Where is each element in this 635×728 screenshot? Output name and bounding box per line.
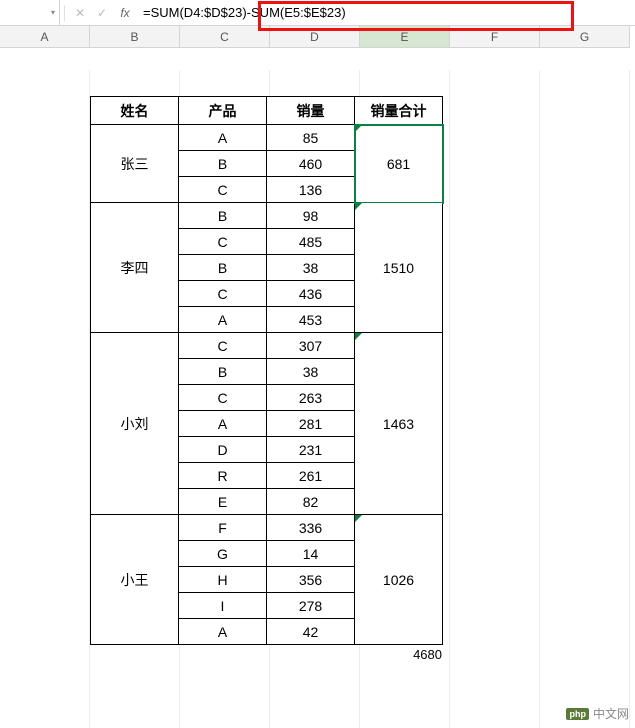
column-header-c[interactable]: C bbox=[180, 26, 270, 48]
column-header-a[interactable]: A bbox=[0, 26, 90, 48]
column-header-b[interactable]: B bbox=[90, 26, 180, 48]
cell-product[interactable]: E bbox=[179, 489, 267, 515]
cell-sales[interactable]: 14 bbox=[267, 541, 355, 567]
cell-product[interactable]: C bbox=[179, 333, 267, 359]
cell-sales[interactable]: 231 bbox=[267, 437, 355, 463]
cell-sales[interactable]: 281 bbox=[267, 411, 355, 437]
header-total[interactable]: 销量合计 bbox=[355, 97, 443, 125]
cell-sales[interactable]: 98 bbox=[267, 203, 355, 229]
cell-name[interactable]: 李四 bbox=[91, 203, 179, 333]
cell-name[interactable]: 张三 bbox=[91, 125, 179, 203]
cell-product[interactable]: B bbox=[179, 203, 267, 229]
cell-product[interactable]: A bbox=[179, 307, 267, 333]
watermark-text: 中文网 bbox=[593, 705, 629, 722]
cell-product[interactable]: C bbox=[179, 385, 267, 411]
cancel-icon[interactable]: ✕ bbox=[69, 6, 91, 20]
formula-input[interactable] bbox=[137, 0, 635, 25]
table-row: 小刘 C 307 1463 bbox=[91, 333, 443, 359]
cell-product[interactable]: B bbox=[179, 151, 267, 177]
cell-total[interactable]: 1026 bbox=[355, 515, 443, 645]
confirm-icon[interactable]: ✓ bbox=[91, 6, 113, 20]
spreadsheet-grid[interactable]: 姓名 产品 销量 销量合计 张三 A 85 681 B 460 C 136 bbox=[0, 48, 635, 728]
cell-sales[interactable]: 453 bbox=[267, 307, 355, 333]
cell-product[interactable]: C bbox=[179, 229, 267, 255]
name-box[interactable]: ▾ bbox=[0, 0, 60, 25]
cell-total[interactable]: 1463 bbox=[355, 333, 443, 515]
header-sales[interactable]: 销量 bbox=[267, 97, 355, 125]
cell-product[interactable]: D bbox=[179, 437, 267, 463]
cell-product[interactable]: C bbox=[179, 177, 267, 203]
cell-product[interactable]: R bbox=[179, 463, 267, 489]
formula-bar-divider bbox=[64, 5, 65, 21]
formula-bar: ▾ ✕ ✓ fx bbox=[0, 0, 635, 26]
data-table: 姓名 产品 销量 销量合计 张三 A 85 681 B 460 C 136 bbox=[90, 96, 443, 645]
cell-product[interactable]: C bbox=[179, 281, 267, 307]
cell-product[interactable]: A bbox=[179, 125, 267, 151]
cell-total[interactable]: 1510 bbox=[355, 203, 443, 333]
column-header-e[interactable]: E bbox=[360, 26, 450, 48]
cell-product[interactable]: G bbox=[179, 541, 267, 567]
cell-sales[interactable]: 436 bbox=[267, 281, 355, 307]
cell-product[interactable]: I bbox=[179, 593, 267, 619]
name-box-dropdown-icon[interactable]: ▾ bbox=[51, 8, 55, 17]
cell-sales[interactable]: 278 bbox=[267, 593, 355, 619]
header-product[interactable]: 产品 bbox=[179, 97, 267, 125]
cell-sales[interactable]: 82 bbox=[267, 489, 355, 515]
table-row: 张三 A 85 681 bbox=[91, 125, 443, 151]
column-header-f[interactable]: F bbox=[450, 26, 540, 48]
data-table-wrapper: 姓名 产品 销量 销量合计 张三 A 85 681 B 460 C 136 bbox=[90, 96, 443, 662]
cell-sales[interactable]: 38 bbox=[267, 359, 355, 385]
cell-product[interactable]: F bbox=[179, 515, 267, 541]
cell-sales[interactable]: 136 bbox=[267, 177, 355, 203]
column-header-g[interactable]: G bbox=[540, 26, 630, 48]
cell-sales[interactable]: 85 bbox=[267, 125, 355, 151]
cell-sales[interactable]: 336 bbox=[267, 515, 355, 541]
cell-sales[interactable]: 42 bbox=[267, 619, 355, 645]
cell-sales[interactable]: 460 bbox=[267, 151, 355, 177]
table-row: 李四 B 98 1510 bbox=[91, 203, 443, 229]
watermark-logo: php bbox=[566, 708, 589, 720]
fx-icon[interactable]: fx bbox=[113, 6, 137, 20]
cell-sales[interactable]: 356 bbox=[267, 567, 355, 593]
cell-sales[interactable]: 263 bbox=[267, 385, 355, 411]
cell-product[interactable]: B bbox=[179, 255, 267, 281]
cell-sales[interactable]: 485 bbox=[267, 229, 355, 255]
watermark: php 中文网 bbox=[566, 705, 629, 722]
cell-product[interactable]: H bbox=[179, 567, 267, 593]
cell-name[interactable]: 小王 bbox=[91, 515, 179, 645]
column-headers: A B C D E F G bbox=[0, 26, 635, 48]
header-name[interactable]: 姓名 bbox=[91, 97, 179, 125]
cell-sales[interactable]: 307 bbox=[267, 333, 355, 359]
cell-product[interactable]: B bbox=[179, 359, 267, 385]
cell-product[interactable]: A bbox=[179, 411, 267, 437]
cell-total[interactable]: 681 bbox=[355, 125, 443, 203]
cell-name[interactable]: 小刘 bbox=[91, 333, 179, 515]
cell-sales[interactable]: 261 bbox=[267, 463, 355, 489]
cell-product[interactable]: A bbox=[179, 619, 267, 645]
cell-sales[interactable]: 38 bbox=[267, 255, 355, 281]
grand-total-cell[interactable]: 4680 bbox=[90, 645, 442, 662]
column-header-d[interactable]: D bbox=[270, 26, 360, 48]
table-row: 小王 F 336 1026 bbox=[91, 515, 443, 541]
table-header-row: 姓名 产品 销量 销量合计 bbox=[91, 97, 443, 125]
